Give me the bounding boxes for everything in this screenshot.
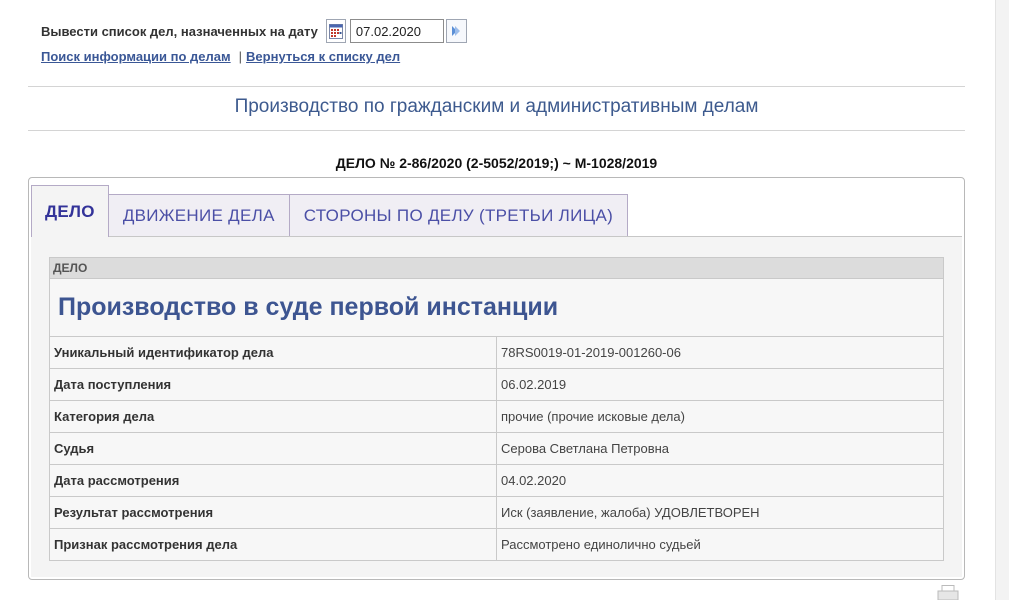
row-value: Серова Светлана Петровна (496, 432, 944, 465)
tab-case-movement[interactable]: ДВИЖЕНИЕ ДЕЛА (108, 194, 290, 237)
row-label: Дата поступления (49, 368, 497, 401)
table-row: Дата рассмотрения 04.02.2020 (49, 464, 944, 497)
row-value: 78RS0019-01-2019-001260-06 (496, 336, 944, 369)
nav-links: Поиск информации по делам | Вернуться к сп… (41, 49, 467, 64)
calendar-icon[interactable] (325, 19, 346, 43)
date-input[interactable] (349, 19, 444, 43)
table-row: Признак рассмотрения дела Рассмотрено ед… (49, 528, 944, 561)
table-row: Уникальный идентификатор дела 78RS0019-0… (49, 336, 944, 369)
case-number-heading: ДЕЛО № 2-86/2020 (2-5052/2019;) ~ М-1028… (335, 155, 658, 171)
back-to-list-link[interactable]: Вернуться к списку дел (246, 49, 400, 64)
row-label: Категория дела (49, 400, 497, 433)
table-row: Судья Серова Светлана Петровна (49, 432, 944, 465)
table-header-row: ДЕЛО (49, 257, 944, 279)
table-header: ДЕЛО (49, 257, 944, 279)
row-value: 06.02.2019 (496, 368, 944, 401)
search-cases-link[interactable]: Поиск информации по делам (41, 49, 231, 64)
row-label: Судья (49, 432, 497, 465)
date-filter-label: Вывести список дел, назначенных на дату (41, 23, 318, 39)
scrollbar-gutter[interactable] (995, 0, 1009, 600)
print-icon[interactable] (937, 585, 959, 605)
date-filter-area: Вывести список дел, назначенных на дату … (41, 19, 467, 64)
arrow-go-icon[interactable] (445, 19, 467, 43)
row-label: Результат рассмотрения (49, 496, 497, 529)
row-value: Иск (заявление, жалоба) УДОВЛЕТВОРЕН (496, 496, 944, 529)
table-row: Дата поступления 06.02.2019 (49, 368, 944, 401)
row-value: прочие (прочие исковые дела) (496, 400, 944, 433)
tab-case[interactable]: ДЕЛО (31, 185, 109, 237)
row-value: Рассмотрено единолично судьей (496, 528, 944, 561)
case-tabs: ДЕЛО ДВИЖЕНИЕ ДЕЛА СТОРОНЫ ПО ДЕЛУ (ТРЕТ… (31, 185, 629, 237)
case-info-table: ДЕЛО Производство в суде первой инстанци… (49, 257, 944, 561)
divider-bottom (28, 130, 965, 131)
link-separator: | (238, 49, 243, 64)
tab-parties[interactable]: СТОРОНЫ ПО ДЕЛУ (ТРЕТЬИ ЛИЦА) (289, 194, 629, 237)
date-filter-row: Вывести список дел, назначенных на дату (41, 19, 467, 43)
instance-heading: Производство в суде первой инстанции (49, 278, 944, 337)
section-title: Производство по гражданским и администра… (234, 96, 759, 117)
table-row: Результат рассмотрения Иск (заявление, ж… (49, 496, 944, 529)
table-heading-row: Производство в суде первой инстанции (49, 278, 944, 337)
divider-top (28, 86, 965, 87)
row-value: 04.02.2020 (496, 464, 944, 497)
row-label: Признак рассмотрения дела (49, 528, 497, 561)
case-panel: ДЕЛО ДВИЖЕНИЕ ДЕЛА СТОРОНЫ ПО ДЕЛУ (ТРЕТ… (28, 177, 965, 580)
row-label: Дата рассмотрения (49, 464, 497, 497)
row-label: Уникальный идентификатор дела (49, 336, 497, 369)
table-row: Категория дела прочие (прочие исковые де… (49, 400, 944, 433)
